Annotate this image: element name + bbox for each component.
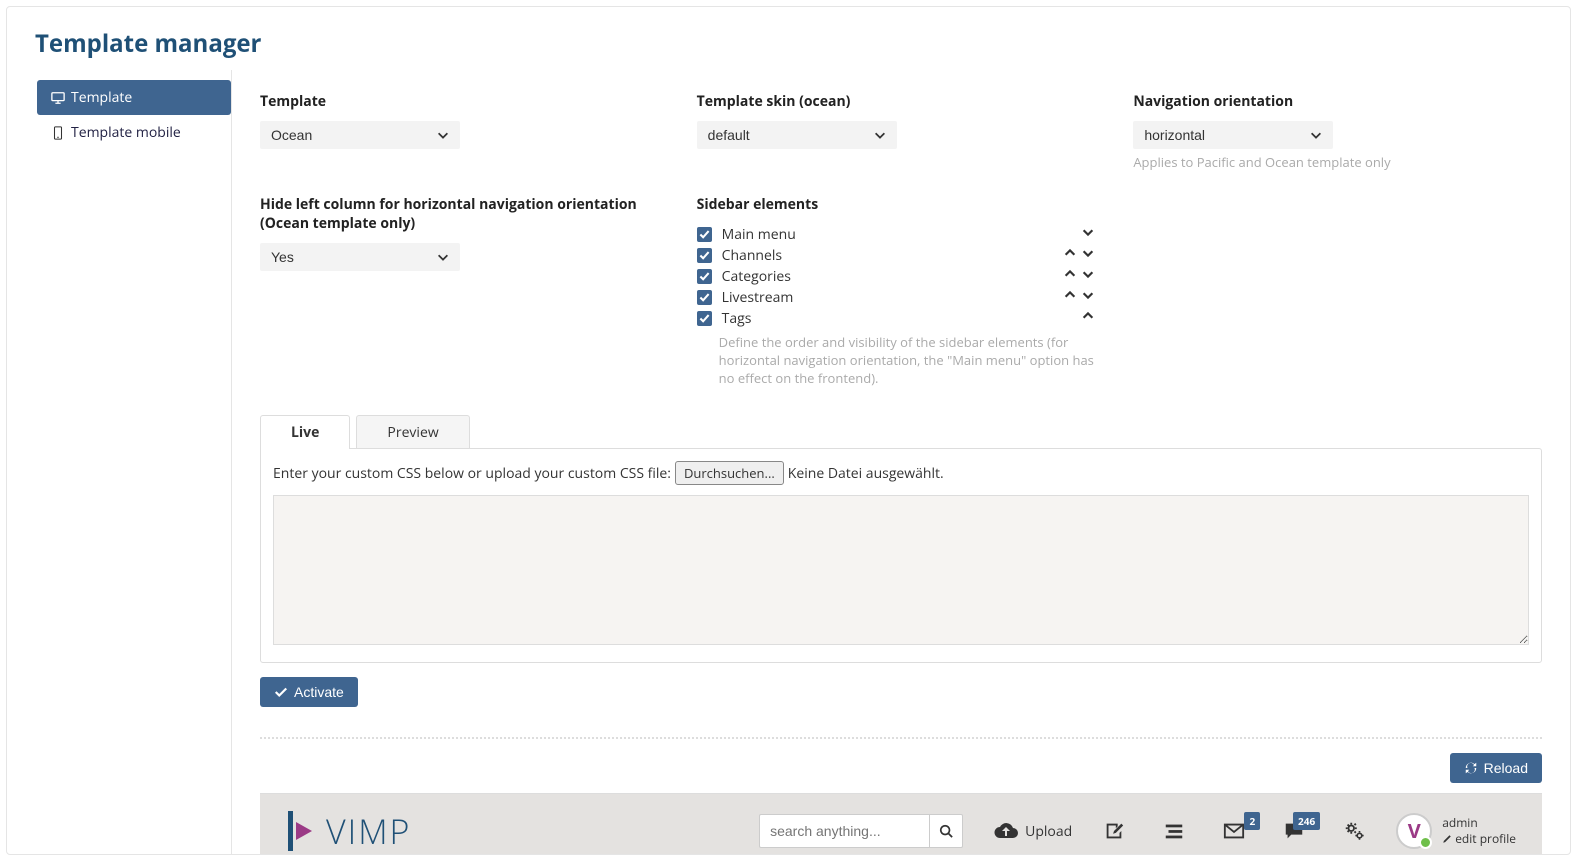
activate-label: Activate [294,684,344,700]
upload-label: Upload [1025,822,1072,841]
checkbox[interactable] [697,269,712,284]
tab-preview[interactable]: Preview [356,415,469,449]
activate-button[interactable]: Activate [260,677,358,707]
css-textarea[interactable] [273,495,1529,645]
label-hide-left: Hide left column for horizontal navigati… [260,195,669,233]
select-template[interactable]: Ocean [260,121,460,149]
tab-live[interactable]: Live [260,415,350,449]
search-button[interactable] [929,814,963,848]
select-skin[interactable]: default [697,121,897,149]
move-up[interactable] [1061,246,1079,265]
edit-icon-link[interactable] [1102,820,1126,842]
logo-text: VIMP [326,808,411,854]
css-prompt: Enter your custom CSS below or upload yo… [273,464,671,483]
select-hide-left[interactable]: Yes [260,243,460,271]
sidebar: Template Template mobile [7,70,232,854]
sidebar-element-row: Main menu [697,224,1097,245]
sidebar-element-label: Main menu [722,225,1079,244]
list-icon-link[interactable] [1162,820,1186,842]
sidebar-element-row: Categories [697,266,1097,287]
checkbox[interactable] [697,290,712,305]
move-down[interactable] [1079,267,1097,286]
search-input[interactable] [759,814,929,848]
user-menu[interactable]: V admin edit profile [1396,813,1516,849]
sidebar-element-row: Channels [697,245,1097,266]
pencil-square-icon [1102,820,1126,842]
hint-nav: Applies to Pacific and Ocean template on… [1133,153,1542,171]
mail-icon-link[interactable]: 2 [1222,820,1246,842]
sidebar-element-row: Livestream [697,287,1097,308]
sidebar-element-label: Categories [722,267,1061,286]
sidebar-element-row: Tags [697,308,1097,329]
mail-icon [1222,820,1246,842]
label-nav: Navigation orientation [1133,92,1542,111]
gears-icon [1342,820,1366,842]
sidebar-item-template[interactable]: Template [37,80,231,115]
checkbox[interactable] [697,227,712,242]
sidebar-elements-list: Main menu Channels Categories Livestream Tag… [697,224,1097,329]
refresh-icon [1464,761,1478,775]
move-up[interactable] [1079,309,1097,328]
sidebar-item-label: Template mobile [71,123,181,142]
check-icon [274,685,288,699]
avatar: V [1396,813,1432,849]
username: admin [1442,815,1516,831]
reload-label: Reload [1484,760,1528,776]
sidebar-item-template-mobile[interactable]: Template mobile [37,115,231,150]
checkbox[interactable] [697,311,712,326]
search-icon [939,824,953,838]
browse-button[interactable]: Durchsuchen... [675,461,784,485]
settings-icon-link[interactable] [1342,820,1366,842]
move-up[interactable] [1061,267,1079,286]
sidebar-element-label: Livestream [722,288,1061,307]
sidebar-element-label: Tags [722,309,1079,328]
logo: VIMP [286,808,411,854]
label-sidebar-elements: Sidebar elements [697,195,1542,214]
sidebar-item-label: Template [71,88,132,107]
page-title: Template manager [7,7,1570,70]
label-template: Template [260,92,669,111]
label-skin: Template skin (ocean) [697,92,1106,111]
select-nav[interactable]: horizontal [1133,121,1333,149]
checkbox[interactable] [697,248,712,263]
move-up[interactable] [1061,288,1079,307]
pencil-icon [1442,834,1452,844]
mobile-icon [51,126,65,140]
edit-profile-link[interactable]: edit profile [1442,831,1516,847]
move-down[interactable] [1079,225,1097,244]
list-icon [1162,820,1186,842]
chat-icon-link[interactable]: 246 [1282,820,1306,842]
cloud-upload-icon [993,820,1019,842]
footer: VIMP Upload [260,793,1542,854]
hint-sidebar-elements: Define the order and visibility of the s… [697,333,1097,387]
sidebar-element-label: Channels [722,246,1061,265]
badge-mail: 2 [1244,812,1260,830]
upload-link[interactable]: Upload [993,820,1072,842]
badge-chat: 246 [1293,812,1320,830]
monitor-icon [51,91,65,105]
reload-button[interactable]: Reload [1450,753,1542,783]
no-file-label: Keine Datei ausgewählt. [788,464,944,483]
move-down[interactable] [1079,288,1097,307]
move-down[interactable] [1079,246,1097,265]
